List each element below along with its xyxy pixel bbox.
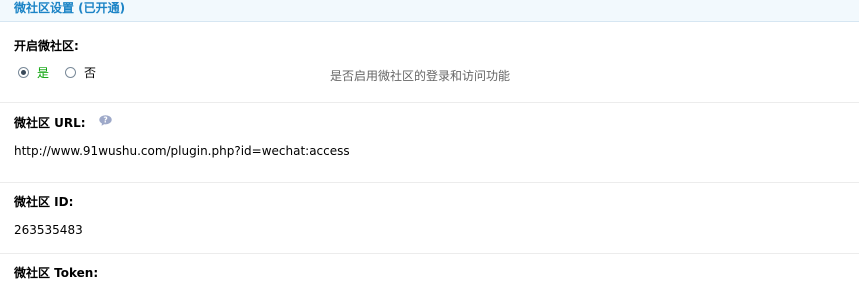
enable-yes-radio[interactable] [18, 66, 29, 78]
section-header: 微社区设置 (已开通) [0, 0, 859, 22]
id-value: 263535483 [14, 223, 83, 237]
id-label: 微社区 ID: [14, 195, 74, 209]
enable-no-option[interactable]: 否 [65, 64, 96, 81]
token-label: 微社区 Token: [14, 266, 99, 280]
enable-no-label[interactable]: 否 [84, 64, 96, 81]
enable-yes-option[interactable]: 是 [18, 64, 49, 81]
enable-hint: 是否启用微社区的登录和访问功能 [330, 69, 511, 83]
enable-radio-group: 是 否 [18, 64, 96, 80]
help-bubble-icon[interactable]: ? [99, 115, 112, 126]
enable-no-radio[interactable] [65, 66, 77, 78]
url-label: 微社区 URL: [14, 116, 86, 130]
enable-label: 开启微社区: [14, 39, 79, 53]
url-value: http://www.91wushu.com/plugin.php?id=wec… [14, 144, 350, 158]
enable-yes-label[interactable]: 是 [37, 64, 49, 81]
section-title: 微社区设置 (已开通) [14, 1, 126, 15]
svg-text:?: ? [103, 116, 107, 125]
divider [0, 253, 859, 254]
divider [0, 102, 859, 103]
divider [0, 182, 859, 183]
